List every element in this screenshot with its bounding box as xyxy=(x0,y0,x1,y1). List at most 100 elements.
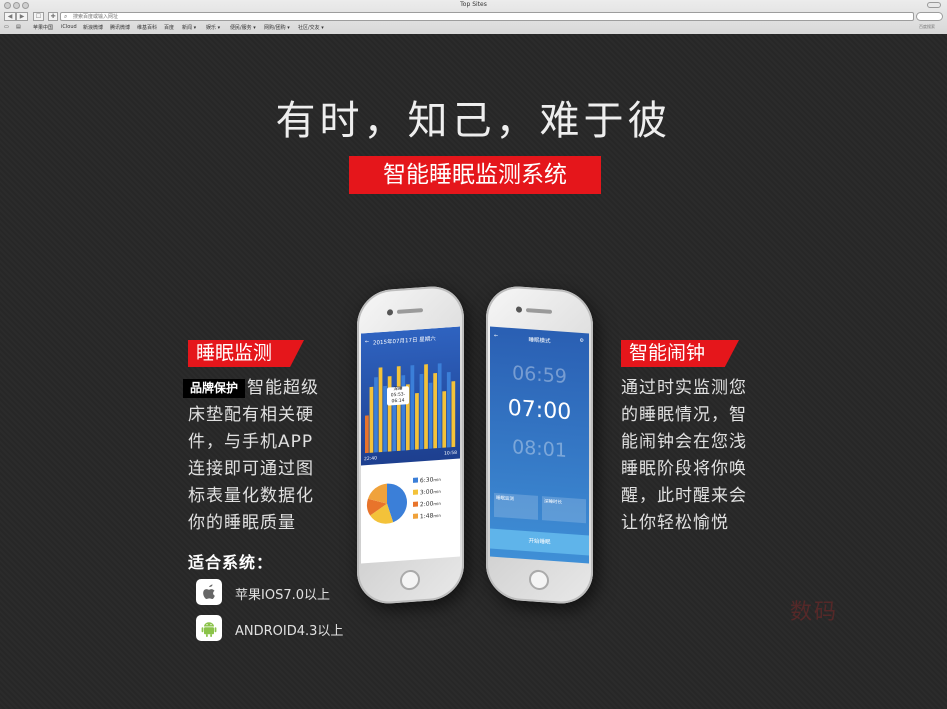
home-button[interactable] xyxy=(529,569,549,591)
sidebar-toggle-button[interactable]: ☐ xyxy=(33,12,44,21)
alarm-time-selected[interactable]: 07:00 xyxy=(490,395,589,427)
left-description-line: 智能超级 xyxy=(247,378,319,398)
sleep-pie-chart xyxy=(367,483,407,524)
bookmark-item[interactable]: 维基百科 xyxy=(137,24,157,31)
bookmark-item[interactable]: 百度 xyxy=(164,24,174,31)
sleep-bar xyxy=(369,386,374,453)
android-requirement: ANDROID4.3以上 xyxy=(235,624,344,639)
add-bookmark-button[interactable]: ✚ xyxy=(48,12,58,21)
legend-swatch xyxy=(413,513,418,519)
left-description-line: 床垫配有相关硬 xyxy=(188,405,314,425)
chart-panel: ← 2015年07月17日 星期六 深睡 05:53-06:14 22:40 1… xyxy=(361,326,460,466)
bookmark-folder[interactable]: 网购/团购 ▾ xyxy=(264,24,290,31)
compatible-systems-title: 适合系统： xyxy=(188,553,274,572)
address-bar[interactable]: ⌕ xyxy=(60,12,914,21)
legend-unit: min xyxy=(433,512,441,519)
right-description-line: 通过时实监测您 xyxy=(621,378,747,398)
sleep-bar xyxy=(410,365,415,450)
smart-alarm-label: 智能闹钟 xyxy=(621,340,739,367)
window-title: Top Sites xyxy=(460,1,487,8)
legend-value: 1:48 xyxy=(419,512,434,521)
sleep-bar xyxy=(437,363,442,449)
home-button[interactable] xyxy=(400,569,420,591)
fullscreen-button[interactable] xyxy=(927,2,941,8)
right-description-line: 醒，此时醒来会 xyxy=(621,486,747,506)
reading-list-icon[interactable]: ▭ xyxy=(4,24,9,30)
bookmark-item[interactable]: 新浪微博 xyxy=(83,24,103,31)
sleep-bar xyxy=(428,382,433,449)
show-all-bookmarks-icon[interactable]: ▤ xyxy=(16,24,21,30)
sleep-bar xyxy=(396,366,401,451)
toolbar: ◀ ▶ ☐ ✚ ⌕ xyxy=(0,11,947,30)
address-input[interactable] xyxy=(73,13,893,20)
page-content: 有时，知己，难于彼 智能睡眠监测系统 睡眠监测 品牌保护 智能超级 床垫配有相关… xyxy=(0,34,947,709)
chart-start-time: 22:40 xyxy=(364,456,377,463)
sleep-bar xyxy=(419,373,424,450)
sleep-bar xyxy=(374,377,378,453)
forward-button[interactable]: ▶ xyxy=(16,12,28,21)
search-box[interactable] xyxy=(916,12,943,30)
legend-unit: min xyxy=(433,476,441,483)
bookmark-folder[interactable]: 社区/交友 ▾ xyxy=(298,24,324,31)
phone-screen: ← 睡眠模式 ⚙ 06:59 07:00 08:01 睡眠监测 深睡时长 开始睡… xyxy=(490,326,589,564)
sleep-monitor-label: 睡眠监测 xyxy=(188,340,304,367)
sleep-bar xyxy=(365,415,369,454)
bookmarks-bar: ▭ ▤ 苹果中国 iCloud 新浪微博 腾讯微博 维基百科 百度 新闻 ▾ 娱… xyxy=(0,23,947,33)
right-description-line: 能闹钟会在您浅 xyxy=(621,432,747,452)
phone-camera xyxy=(516,306,522,313)
left-description-line: 连接即可通过图 xyxy=(188,459,314,479)
sleep-bar xyxy=(446,371,451,448)
android-icon xyxy=(196,615,222,641)
phone-speaker xyxy=(526,308,552,314)
product-title-banner: 智能睡眠监测系统 xyxy=(349,156,601,194)
start-sleep-button[interactable]: 开始睡眠 xyxy=(490,528,589,556)
deep-sleep-card[interactable]: 深睡时长 xyxy=(542,496,586,524)
phone-camera xyxy=(387,309,393,316)
bookmark-folder[interactable]: 便民/服务 ▾ xyxy=(230,24,256,31)
legend-unit: min xyxy=(433,500,441,507)
sleep-bar-chart xyxy=(365,363,456,454)
right-description-line: 让你轻松愉悦 xyxy=(621,513,729,533)
left-description-line: 标表量化数据化 xyxy=(188,486,314,506)
legend-swatch xyxy=(413,501,418,507)
sleep-tooltip: 深睡 05:53-06:14 xyxy=(387,386,409,406)
sleep-bar xyxy=(378,367,383,453)
browser-chrome: Top Sites ◀ ▶ ☐ ✚ ⌕ ▭ ▤ 苹果中国 iCloud 新浪微博… xyxy=(0,0,947,35)
legend-value: 6:30 xyxy=(419,476,434,485)
phone-speaker xyxy=(397,308,423,314)
legend-swatch xyxy=(413,489,418,495)
phone-smart-alarm: ← 睡眠模式 ⚙ 06:59 07:00 08:01 睡眠监测 深睡时长 开始睡… xyxy=(486,284,593,606)
legend-value: 3:00 xyxy=(419,488,434,497)
alarm-time-next: 08:01 xyxy=(512,436,567,462)
sleep-monitor-card[interactable]: 睡眠监测 xyxy=(494,492,538,520)
bookmark-folder[interactable]: 娱乐 ▾ xyxy=(206,24,220,31)
chart-end-time: 10:58 xyxy=(444,450,457,457)
settings-icon[interactable]: ⚙ xyxy=(580,338,584,344)
legend-row: 1:48min xyxy=(413,511,459,526)
legend-swatch xyxy=(413,477,418,483)
page-headline: 有时，知己，难于彼 xyxy=(275,98,672,144)
right-description-line: 的睡眠情况，智 xyxy=(621,405,747,425)
apple-icon xyxy=(196,579,222,605)
left-description-line: 件，与手机APP xyxy=(188,432,314,452)
sleep-bar xyxy=(415,393,419,450)
sleep-bar xyxy=(451,381,456,448)
legend-unit: min xyxy=(433,488,441,495)
bookmark-item[interactable]: 苹果中国 xyxy=(33,24,53,31)
ios-requirement: 苹果IOS7.0以上 xyxy=(235,588,330,603)
back-arrow-icon[interactable]: ← xyxy=(365,339,369,345)
alarm-title: 睡眠模式 xyxy=(528,337,551,345)
back-button[interactable]: ◀ xyxy=(4,12,16,21)
bookmark-item[interactable]: 腾讯微博 xyxy=(110,24,130,31)
watermark: 数码 xyxy=(790,600,839,625)
right-description-line: 睡眠阶段将你唤 xyxy=(621,459,747,479)
sleep-bar xyxy=(424,364,428,450)
left-description-line: 你的睡眠质量 xyxy=(188,513,296,533)
bookmark-item[interactable]: iCloud xyxy=(61,24,77,30)
brand-protection-badge: 品牌保护 xyxy=(183,379,245,398)
phone-screen: ← 2015年07月17日 星期六 深睡 05:53-06:14 22:40 1… xyxy=(361,326,460,564)
sleep-bar xyxy=(433,372,437,449)
alarm-time-prev: 06:59 xyxy=(512,362,567,388)
phone-sleep-chart: ← 2015年07月17日 星期六 深睡 05:53-06:14 22:40 1… xyxy=(357,284,464,606)
bookmark-folder[interactable]: 新闻 ▾ xyxy=(182,24,196,31)
